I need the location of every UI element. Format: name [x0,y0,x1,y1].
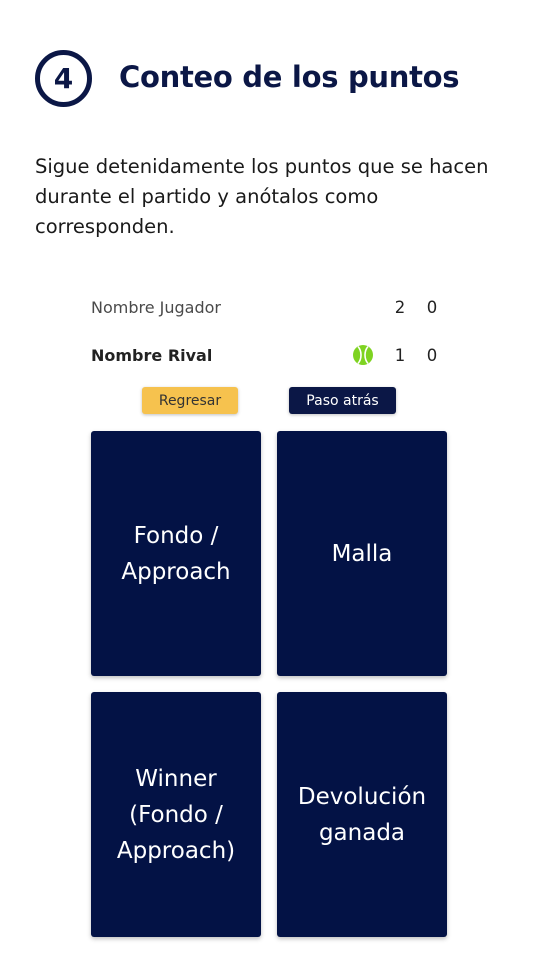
scoreboard-rival-row: Nombre Rival 1 0 [91,343,451,367]
undo-step-button[interactable]: Paso atrás [289,387,396,414]
player-points: 0 [426,297,438,317]
step-number-badge: 4 [35,50,92,107]
scoreboard-player-row: Nombre Jugador 2 0 [91,295,451,319]
option-label: Devolución ganada [297,783,427,846]
step-number: 4 [53,62,74,95]
option-label: Fondo / Approach [121,522,231,585]
option-malla[interactable]: Malla [277,431,447,676]
back-button[interactable]: Regresar [142,387,238,414]
rival-points: 0 [426,345,438,365]
option-devolucion-ganada[interactable]: Devolución ganada [277,692,447,937]
option-label: Malla [331,540,393,567]
rival-games: 1 [394,345,406,365]
option-label: Winner (Fondo / Approach) [116,765,236,864]
instructions-text: Sigue detenidamente los puntos que se ha… [35,155,489,238]
player-games: 2 [394,297,406,317]
page-title: Conteo de los puntos [119,60,460,94]
option-winner[interactable]: Winner (Fondo / Approach) [91,692,261,937]
option-fondo-approach[interactable]: Fondo / Approach [91,431,261,676]
point-counting-screen: 4 Conteo de los puntos Sigue detenidamen… [0,0,540,960]
tennis-ball-icon [353,345,373,365]
